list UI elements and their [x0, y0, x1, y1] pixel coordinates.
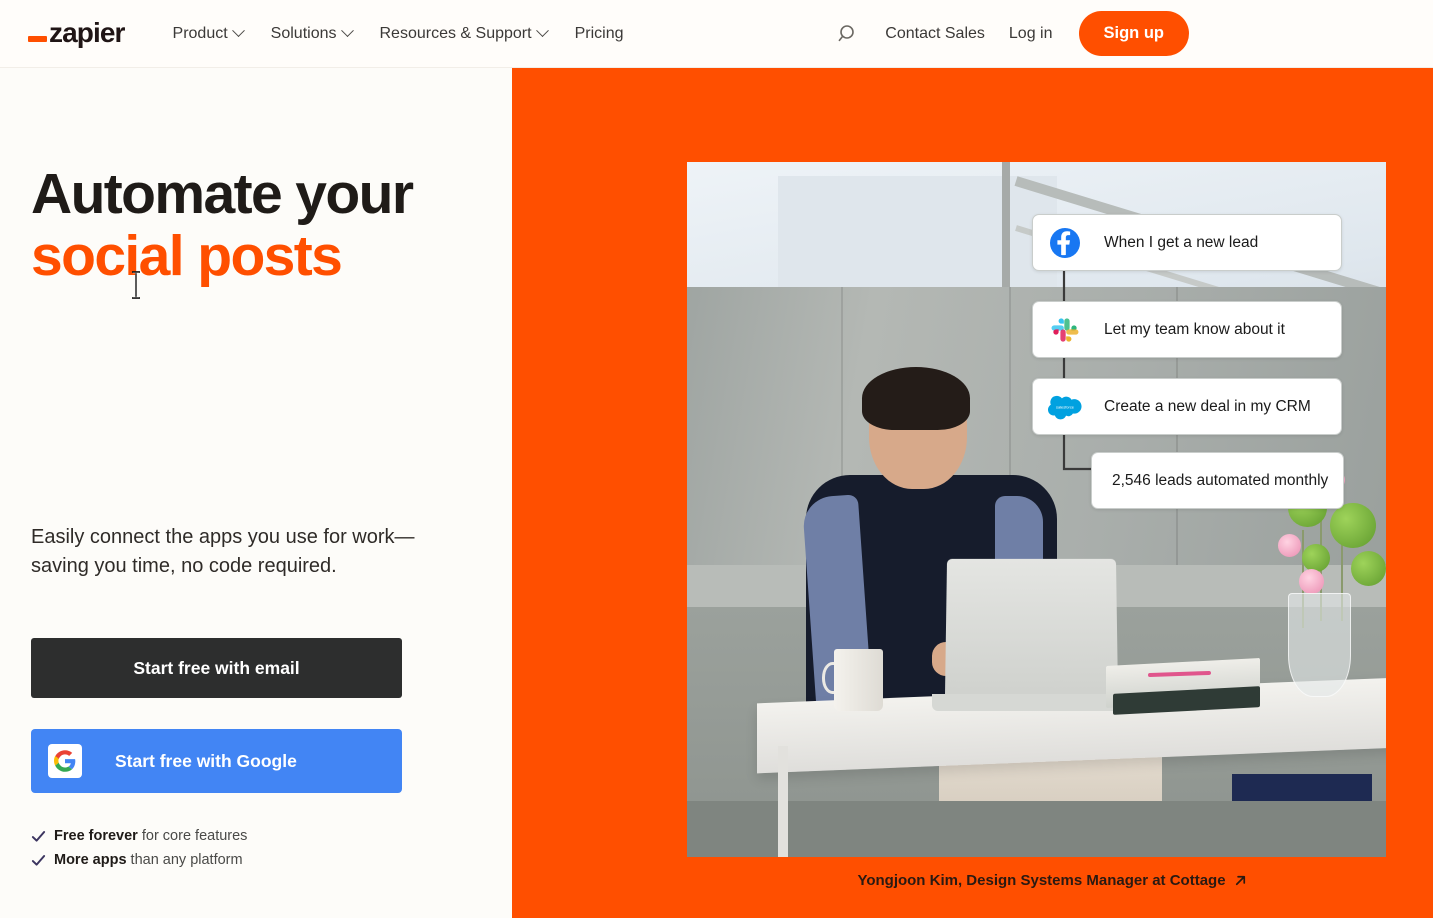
- automation-cards: When I get a new lead Let my team know a…: [687, 162, 1386, 857]
- start-free-with-google-button[interactable]: Start free with Google: [31, 729, 402, 793]
- nav-item-product-label: Product: [172, 24, 228, 42]
- hero-subheadline: Easily connect the apps you use for work…: [31, 526, 415, 577]
- headline-line-2: social posts: [31, 224, 343, 289]
- search-icon: [838, 24, 855, 41]
- perk-bold: Free forever: [54, 828, 138, 844]
- chevron-down-icon: [231, 24, 245, 38]
- automation-card-trigger[interactable]: When I get a new lead: [1032, 214, 1342, 271]
- zapier-logo[interactable]: zapier: [28, 17, 125, 49]
- check-icon: [31, 830, 46, 842]
- nav-item-solutions-label: Solutions: [270, 24, 337, 42]
- hero-perks-list: Free forever for core features More apps…: [31, 825, 247, 874]
- start-free-with-google-label: Start free with Google: [115, 750, 297, 771]
- headline-line-1: Automate your: [31, 162, 414, 226]
- check-icon: [31, 855, 46, 866]
- zapier-logo-text: zapier: [49, 17, 125, 49]
- google-g-icon: [48, 744, 82, 778]
- nav-item-product[interactable]: Product: [159, 17, 257, 51]
- photo-credit: Yongjoon Kim, Design Systems Manager at …: [512, 872, 1433, 890]
- arrow-up-right-icon: [1235, 875, 1245, 886]
- perk-label: Free forever for core features: [54, 825, 247, 847]
- automation-card-label: Let my team know about it: [1104, 320, 1285, 338]
- perk-rest: than any platform: [126, 852, 243, 869]
- automation-card-action-salesforce[interactable]: salesforce Create a new deal in my CRM: [1032, 378, 1342, 435]
- automation-card-stat[interactable]: 2,546 leads automated monthly: [1091, 452, 1344, 509]
- perk-item: Free forever for core features: [31, 825, 247, 847]
- top-navigation-bar: zapier Product Solutions Resources & Sup…: [0, 0, 1433, 68]
- chevron-down-icon: [340, 24, 354, 38]
- photo-credit-link[interactable]: Yongjoon Kim, Design Systems Manager at …: [857, 872, 1247, 889]
- perk-bold: More apps: [54, 852, 127, 869]
- page-title: Automate your social posts: [31, 163, 461, 287]
- hero-right-panel: When I get a new lead Let my team know a…: [512, 68, 1433, 918]
- hero-left-column: Automate your social posts Easily connec…: [0, 68, 512, 918]
- search-button[interactable]: [829, 17, 863, 51]
- zapier-dash-icon: [28, 35, 47, 42]
- hero-photo: When I get a new lead Let my team know a…: [687, 162, 1386, 857]
- nav-item-pricing-label: Pricing: [574, 24, 624, 42]
- facebook-icon: [1047, 225, 1083, 261]
- salesforce-icon: salesforce: [1047, 389, 1083, 425]
- nav-item-resources-support-label: Resources & Support: [379, 24, 532, 42]
- chevron-down-icon: [535, 24, 549, 38]
- perk-item: More apps than any platform: [31, 849, 247, 871]
- automation-card-label: 2,546 leads automated monthly: [1112, 471, 1329, 489]
- nav-item-resources-support[interactable]: Resources & Support: [366, 17, 561, 51]
- log-in-link[interactable]: Log in: [997, 17, 1065, 51]
- perk-rest: for core features: [137, 828, 248, 844]
- slack-icon: [1047, 312, 1083, 348]
- automation-card-label: Create a new deal in my CRM: [1104, 397, 1311, 415]
- contact-sales-link[interactable]: Contact Sales: [873, 17, 997, 51]
- automation-card-label: When I get a new lead: [1104, 233, 1259, 251]
- automation-card-action-slack[interactable]: Let my team know about it: [1032, 301, 1342, 358]
- svg-text:salesforce: salesforce: [1056, 404, 1075, 409]
- nav-actions: Contact Sales Log in Sign up: [829, 11, 1433, 56]
- photo-credit-text: Yongjoon Kim, Design Systems Manager at …: [857, 872, 1226, 889]
- nav-item-pricing[interactable]: Pricing: [561, 17, 638, 51]
- start-free-with-email-button[interactable]: Start free with email: [31, 638, 402, 698]
- sign-up-button[interactable]: Sign up: [1078, 11, 1189, 56]
- nav-links: Product Solutions Resources & Support Pr…: [159, 17, 638, 51]
- nav-item-solutions[interactable]: Solutions: [257, 17, 366, 51]
- perk-label: More apps than any platform: [54, 849, 243, 871]
